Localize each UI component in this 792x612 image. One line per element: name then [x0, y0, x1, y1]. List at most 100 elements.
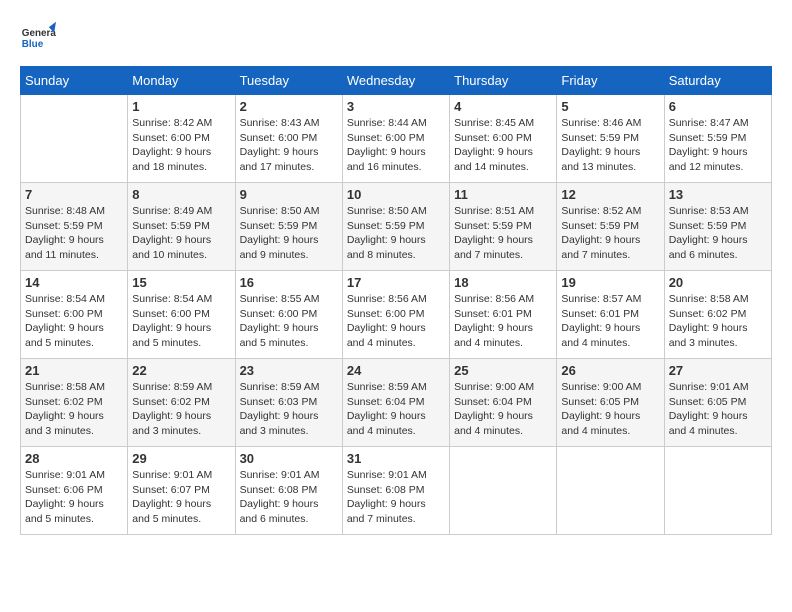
calendar-cell: 8Sunrise: 8:49 AMSunset: 5:59 PMDaylight…: [128, 183, 235, 271]
day-number: 9: [240, 187, 338, 202]
logo-icon: General Blue: [20, 20, 56, 56]
weekday-header-friday: Friday: [557, 67, 664, 95]
weekday-header-sunday: Sunday: [21, 67, 128, 95]
weekday-header-saturday: Saturday: [664, 67, 771, 95]
day-number: 20: [669, 275, 767, 290]
calendar-cell: [557, 447, 664, 535]
calendar-cell: 13 Sunrise: 8:53 AMSunset: 5:59 PMDayligh…: [664, 183, 771, 271]
day-number: 30: [240, 451, 338, 466]
day-info: Sunrise: 8:44 AMSunset: 6:00 PMDaylight:…: [347, 116, 445, 175]
calendar-cell: 25 Sunrise: 9:00 AMSunset: 6:04 PMDayligh…: [450, 359, 557, 447]
calendar-cell: 11 Sunrise: 8:51 AMSunset: 5:59 PMDayligh…: [450, 183, 557, 271]
calendar-cell: [664, 447, 771, 535]
day-number: 28: [25, 451, 123, 466]
calendar-cell: 10 Sunrise: 8:50 AMSunset: 5:59 PMDayligh…: [342, 183, 449, 271]
day-number: 11: [454, 187, 552, 202]
day-info: Sunrise: 8:58 AMSunset: 6:02 PMDaylight:…: [25, 380, 123, 439]
day-number: 18: [454, 275, 552, 290]
week-row-1: 1Sunrise: 8:42 AMSunset: 6:00 PMDaylight…: [21, 95, 772, 183]
calendar-cell: 7 Sunrise: 8:48 AMSunset: 5:59 PMDaylight…: [21, 183, 128, 271]
day-number: 31: [347, 451, 445, 466]
weekday-header-monday: Monday: [128, 67, 235, 95]
day-number: 5: [561, 99, 659, 114]
day-info: Sunrise: 9:00 AMSunset: 6:04 PMDaylight:…: [454, 380, 552, 439]
day-number: 19: [561, 275, 659, 290]
week-row-3: 14 Sunrise: 8:54 AMSunset: 6:00 PMDayligh…: [21, 271, 772, 359]
day-number: 1: [132, 99, 230, 114]
day-number: 22: [132, 363, 230, 378]
day-number: 7: [25, 187, 123, 202]
calendar-cell: 9 Sunrise: 8:50 AMSunset: 5:59 PMDaylight…: [235, 183, 342, 271]
calendar-cell: 18 Sunrise: 8:56 AMSunset: 6:01 PMDayligh…: [450, 271, 557, 359]
calendar-table: SundayMondayTuesdayWednesdayThursdayFrid…: [20, 66, 772, 535]
day-info: Sunrise: 8:59 AMSunset: 6:04 PMDaylight:…: [347, 380, 445, 439]
day-info: Sunrise: 8:50 AMSunset: 5:59 PMDaylight:…: [347, 204, 445, 263]
day-info: Sunrise: 9:01 AMSunset: 6:07 PMDaylight:…: [132, 468, 230, 527]
day-info: Sunrise: 8:54 AMSunset: 6:00 PMDaylight:…: [132, 292, 230, 351]
weekday-header-row: SundayMondayTuesdayWednesdayThursdayFrid…: [21, 67, 772, 95]
day-info: Sunrise: 9:01 AMSunset: 6:08 PMDaylight:…: [240, 468, 338, 527]
day-number: 12: [561, 187, 659, 202]
day-info: Sunrise: 9:00 AMSunset: 6:05 PMDaylight:…: [561, 380, 659, 439]
day-number: 4: [454, 99, 552, 114]
calendar-cell: 5 Sunrise: 8:46 AMSunset: 5:59 PMDaylight…: [557, 95, 664, 183]
day-number: 27: [669, 363, 767, 378]
calendar-cell: 29 Sunrise: 9:01 AMSunset: 6:07 PMDayligh…: [128, 447, 235, 535]
week-row-2: 7 Sunrise: 8:48 AMSunset: 5:59 PMDaylight…: [21, 183, 772, 271]
calendar-cell: 14Sunrise: 8:54 AMSunset: 6:00 PMDayligh…: [21, 271, 128, 359]
calendar-cell: 21 Sunrise: 8:58 AMSunset: 6:02 PMDayligh…: [21, 359, 128, 447]
day-info: Sunrise: 8:43 AMSunset: 6:00 PMDaylight:…: [240, 116, 338, 175]
calendar-cell: 4 Sunrise: 8:45 AMSunset: 6:00 PMDaylight…: [450, 95, 557, 183]
calendar-cell: 12Sunrise: 8:52 AMSunset: 5:59 PMDayligh…: [557, 183, 664, 271]
weekday-header-tuesday: Tuesday: [235, 67, 342, 95]
day-number: 14: [25, 275, 123, 290]
day-number: 17: [347, 275, 445, 290]
day-info: Sunrise: 9:01 AMSunset: 6:05 PMDaylight:…: [669, 380, 767, 439]
day-info: Sunrise: 8:58 AMSunset: 6:02 PMDaylight:…: [669, 292, 767, 351]
day-info: Sunrise: 8:56 AMSunset: 6:01 PMDaylight:…: [454, 292, 552, 351]
day-info: Sunrise: 8:50 AMSunset: 5:59 PMDaylight:…: [240, 204, 338, 263]
day-info: Sunrise: 9:01 AMSunset: 6:08 PMDaylight:…: [347, 468, 445, 527]
calendar-cell: 31 Sunrise: 9:01 AMSunset: 6:08 PMDayligh…: [342, 447, 449, 535]
day-number: 16: [240, 275, 338, 290]
day-info: Sunrise: 8:47 AMSunset: 5:59 PMDaylight:…: [669, 116, 767, 175]
day-info: Sunrise: 8:59 AMSunset: 6:02 PMDaylight:…: [132, 380, 230, 439]
calendar-cell: [21, 95, 128, 183]
day-info: Sunrise: 8:48 AMSunset: 5:59 PMDaylight:…: [25, 204, 123, 263]
calendar-cell: 28 Sunrise: 9:01 AMSunset: 6:06 PMDayligh…: [21, 447, 128, 535]
calendar-cell: 24Sunrise: 8:59 AMSunset: 6:04 PMDayligh…: [342, 359, 449, 447]
day-number: 29: [132, 451, 230, 466]
calendar-cell: 6Sunrise: 8:47 AMSunset: 5:59 PMDaylight…: [664, 95, 771, 183]
day-number: 2: [240, 99, 338, 114]
day-info: Sunrise: 8:56 AMSunset: 6:00 PMDaylight:…: [347, 292, 445, 351]
day-number: 10: [347, 187, 445, 202]
svg-text:Blue: Blue: [22, 39, 44, 50]
calendar-cell: [450, 447, 557, 535]
calendar-cell: 16 Sunrise: 8:55 AMSunset: 6:00 PMDayligh…: [235, 271, 342, 359]
logo: General Blue: [20, 20, 58, 56]
day-info: Sunrise: 8:49 AMSunset: 5:59 PMDaylight:…: [132, 204, 230, 263]
day-number: 26: [561, 363, 659, 378]
day-info: Sunrise: 8:51 AMSunset: 5:59 PMDaylight:…: [454, 204, 552, 263]
week-row-5: 28 Sunrise: 9:01 AMSunset: 6:06 PMDayligh…: [21, 447, 772, 535]
day-number: 15: [132, 275, 230, 290]
calendar-cell: 27 Sunrise: 9:01 AMSunset: 6:05 PMDayligh…: [664, 359, 771, 447]
day-number: 21: [25, 363, 123, 378]
calendar-cell: 20 Sunrise: 8:58 AMSunset: 6:02 PMDayligh…: [664, 271, 771, 359]
calendar-cell: 1Sunrise: 8:42 AMSunset: 6:00 PMDaylight…: [128, 95, 235, 183]
day-info: Sunrise: 8:53 AMSunset: 5:59 PMDaylight:…: [669, 204, 767, 263]
calendar-cell: 30 Sunrise: 9:01 AMSunset: 6:08 PMDayligh…: [235, 447, 342, 535]
calendar-cell: 23Sunrise: 8:59 AMSunset: 6:03 PMDayligh…: [235, 359, 342, 447]
calendar-cell: 17 Sunrise: 8:56 AMSunset: 6:00 PMDayligh…: [342, 271, 449, 359]
day-info: Sunrise: 8:45 AMSunset: 6:00 PMDaylight:…: [454, 116, 552, 175]
calendar-cell: 19 Sunrise: 8:57 AMSunset: 6:01 PMDayligh…: [557, 271, 664, 359]
day-info: Sunrise: 8:57 AMSunset: 6:01 PMDaylight:…: [561, 292, 659, 351]
day-number: 3: [347, 99, 445, 114]
calendar-cell: 26 Sunrise: 9:00 AMSunset: 6:05 PMDayligh…: [557, 359, 664, 447]
day-info: Sunrise: 8:46 AMSunset: 5:59 PMDaylight:…: [561, 116, 659, 175]
day-number: 25: [454, 363, 552, 378]
day-info: Sunrise: 8:55 AMSunset: 6:00 PMDaylight:…: [240, 292, 338, 351]
calendar-cell: 3 Sunrise: 8:44 AMSunset: 6:00 PMDaylight…: [342, 95, 449, 183]
day-info: Sunrise: 9:01 AMSunset: 6:06 PMDaylight:…: [25, 468, 123, 527]
day-number: 13: [669, 187, 767, 202]
